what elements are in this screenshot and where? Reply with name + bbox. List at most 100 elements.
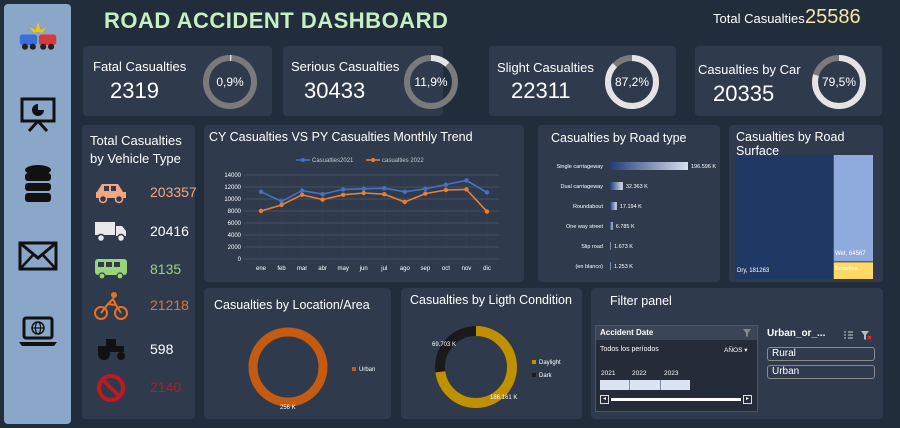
vehicle-type-title-1: Total Casualties [90,133,182,148]
sidebar [4,4,71,424]
years-dropdown-label: AÑOS [724,347,743,354]
multi-select-icon[interactable] [843,330,854,340]
kpi-card-slight[interactable]: Slight Casualties 22311 87,2% [489,46,676,116]
y-tick-label: 6000 [228,221,242,227]
bus-icon [95,259,127,280]
car-crash-icon[interactable] [18,18,58,58]
road-category-label: Slip road [581,244,603,250]
y-tick-label: 14000 [224,173,241,179]
road-value-label: 32.363 K [626,184,648,190]
road-bar [610,182,623,190]
x-tick-label: ene [256,266,267,272]
road-bar [610,202,617,210]
clear-filter-icon[interactable] [742,328,752,338]
series-point [340,187,346,192]
legend-swatch-daylight [532,360,536,364]
x-tick-label: ago [400,266,411,272]
series-point [361,186,366,191]
surface-snow-label: Snow/Ice... [835,266,863,272]
slicer-title: Urban_or_... [767,328,826,339]
vehicle-row-bus[interactable]: 8135 [94,255,194,285]
road-type-panel: Casualties by Road type Single carriagew… [538,125,720,282]
kpi-donut: 0,9% [203,55,257,109]
mail-icon[interactable] [18,236,58,276]
date-timeline-slicer[interactable]: Accident Date Todos los períodos AÑOS ▾ … [595,325,758,412]
legend-cy: Casualties2021 [312,158,354,164]
series-point [402,189,408,194]
kpi-card-car[interactable]: Casualties by Car 20335 79,5% [695,46,882,116]
legend-dark: Dark [539,373,553,379]
bicycle-icon [94,292,128,320]
year-2022[interactable]: 2022 [632,370,646,377]
y-tick-label: 10000 [224,197,241,203]
x-tick-label: feb [277,266,286,272]
road-bar [610,242,611,250]
x-tick-label: may [338,266,349,272]
laptop-globe-icon[interactable] [18,312,58,352]
series-point [423,191,428,196]
trend-line-chart: Casualties2021 casualties 2022 14000 1200… [224,158,499,272]
legend-py: casualties 2022 [382,158,424,164]
vehicle-value: 20416 [150,223,189,239]
years-dropdown[interactable]: AÑOS ▾ [724,346,748,354]
series-point [320,192,325,197]
kpi-donut: 79,5% [812,55,866,109]
timeline-selection-bar[interactable] [600,380,690,390]
all-periods-label: Todos los períodos [600,346,659,353]
scroll-right-icon[interactable]: ▸ [743,395,752,404]
x-tick-label: oct [442,266,450,272]
kpi-card-fatal[interactable]: Fatal Casualties 2319 0,9% [83,46,272,116]
chevron-down-icon: ▾ [744,347,748,354]
scroll-track[interactable] [611,398,741,401]
timeline-title: Accident Date [600,328,654,337]
slicer-option-rural[interactable]: Rural [767,347,875,361]
database-icon[interactable] [18,164,58,204]
road-surface-treemap: Dry, 181263 Wet, 64567 Snow/Ice... [735,155,873,279]
donut-percent-label: 0,9% [216,75,244,89]
series-point [402,199,408,205]
scroll-left-icon[interactable]: ◂ [600,395,609,404]
series-point [258,189,264,194]
series-line-1 [260,188,488,213]
kpi-label: Fatal Casualties [93,59,187,74]
car-icon [96,184,126,204]
slicer-option-urban[interactable]: Urban [767,365,875,379]
vehicle-row-tractor[interactable]: 598 [94,335,194,365]
page-title: ROAD ACCIDENT DASHBOARD [104,8,449,33]
vehicle-row-other[interactable]: 2140 [94,373,194,403]
x-tick-label: jul [380,266,387,272]
road-category-label: One way street [566,224,603,230]
legend-swatch-urban [352,367,356,371]
kpi-label: Casualties by Car [698,62,801,77]
road-category-label: (en blanco) [575,264,603,270]
trend-chart-panel: CY Casualties VS PY Casualties Monthly T… [204,125,524,282]
surface-wet-block [833,155,873,262]
total-casualties-value: 25586 [805,6,861,28]
series-point [258,208,264,214]
vehicle-value: 2140 [150,379,182,395]
series-point [279,202,284,208]
vehicle-row-truck[interactable]: 20416 [94,217,194,247]
kpi-card-serious[interactable]: Serious Casualties 30433 11,9% [283,46,458,116]
year-2021[interactable]: 2021 [601,370,615,377]
series-point [484,209,490,214]
road-value-label: 17.194 K [620,204,642,210]
series-point [299,192,305,197]
light-day-label: 186.161 K [490,395,517,401]
surface-dry-label: Dry, 181263 [737,268,770,274]
vehicle-row-bicycle[interactable]: 21218 [94,291,194,321]
kpi-value: 22311 [511,78,571,103]
series-point [484,190,490,195]
donut-percent-label: 79,5% [822,75,856,89]
timeline-scrollbar[interactable]: ◂ ▸ [598,395,755,405]
clear-slicer-filter-icon[interactable] [860,330,872,341]
series-point [320,197,325,202]
vehicle-value: 21218 [150,297,189,313]
presentation-icon[interactable] [18,94,58,134]
kpi-value: 20335 [713,81,775,106]
vehicle-row-car[interactable]: 203357 [94,178,197,208]
series-point [361,190,366,196]
vehicle-type-panel: Total Casualties by Vehicle Type 203357 … [82,125,197,419]
year-2023[interactable]: 2023 [664,370,678,377]
trend-legend: Casualties2021 casualties 2022 [296,158,424,164]
